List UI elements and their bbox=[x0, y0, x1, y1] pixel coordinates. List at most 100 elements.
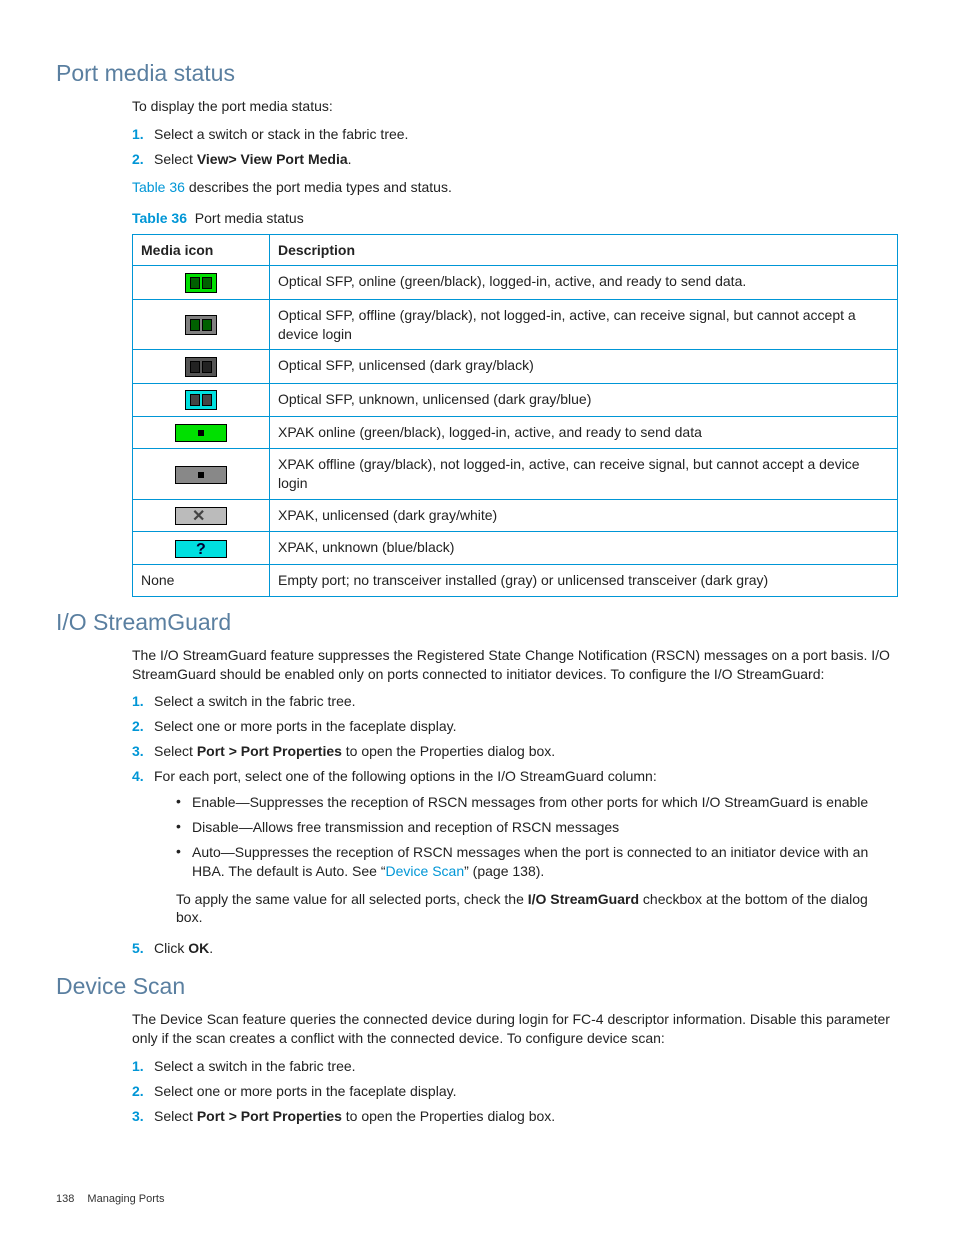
list-item: 4. For each port, select one of the foll… bbox=[132, 764, 898, 936]
step-text: to open the Properties dialog box. bbox=[342, 743, 555, 759]
text: To apply the same value for all selected… bbox=[176, 891, 528, 907]
step-text: to open the Properties dialog box. bbox=[342, 1108, 555, 1124]
menu-path: Port > Port Properties bbox=[197, 743, 342, 759]
link-device-scan[interactable]: Device Scan bbox=[386, 863, 465, 879]
table-row: None Empty port; no transceiver installed… bbox=[133, 564, 898, 596]
step-number: 2. bbox=[132, 1082, 144, 1101]
cell-media-icon bbox=[133, 449, 270, 500]
step-text: Select one or more ports in the faceplat… bbox=[154, 718, 456, 734]
text-streamguard-intro: The I/O StreamGuard feature suppresses t… bbox=[132, 646, 898, 684]
step-number: 3. bbox=[132, 1107, 144, 1126]
xpak-offline-icon bbox=[175, 466, 227, 484]
sfp-offline-icon bbox=[185, 315, 217, 335]
table-port-media: Media icon Description Optical SFP, onli… bbox=[132, 234, 898, 597]
table-row: Optical SFP, offline (gray/black), not l… bbox=[133, 299, 898, 350]
step-text: . bbox=[348, 151, 352, 167]
link-table-36[interactable]: Table 36 bbox=[132, 179, 185, 195]
list-item: 5. Click OK. bbox=[132, 936, 898, 961]
step-text: Select one or more ports in the faceplat… bbox=[154, 1083, 456, 1099]
list-streamguard-options: Enable—Suppresses the reception of RSCN … bbox=[176, 790, 898, 884]
text-port-media-intro: To display the port media status: bbox=[132, 97, 898, 116]
chapter-title: Managing Ports bbox=[87, 1193, 164, 1205]
table-row: ? XPAK, unknown (blue/black) bbox=[133, 532, 898, 564]
page-footer: 138 Managing Ports bbox=[56, 1192, 164, 1207]
cell-media-icon bbox=[133, 417, 270, 449]
cell-media-icon bbox=[133, 350, 270, 383]
list-item: 1. Select a switch or stack in the fabri… bbox=[132, 122, 898, 147]
cell-media-icon bbox=[133, 266, 270, 299]
xpak-unlicensed-icon: ✕ bbox=[175, 507, 227, 525]
cell-description: Empty port; no transceiver installed (gr… bbox=[270, 564, 898, 596]
table-row: XPAK offline (gray/black), not logged-in… bbox=[133, 449, 898, 500]
icon-none-text: None bbox=[141, 572, 174, 588]
text-table-ref: Table 36 describes the port media types … bbox=[132, 178, 898, 197]
table-row: Optical SFP, online (green/black), logge… bbox=[133, 266, 898, 299]
cell-media-icon bbox=[133, 299, 270, 350]
text-apply-note: To apply the same value for all selected… bbox=[176, 890, 898, 928]
step-text: Click bbox=[154, 940, 188, 956]
step-text: For each port, select one of the followi… bbox=[154, 768, 657, 784]
list-device-scan-steps: 1. Select a switch in the fabric tree. 2… bbox=[132, 1054, 898, 1129]
step-number: 1. bbox=[132, 1057, 144, 1076]
option-text: ” (page 138). bbox=[464, 863, 544, 879]
cell-description: Optical SFP, unlicensed (dark gray/black… bbox=[270, 350, 898, 383]
step-number: 4. bbox=[132, 767, 144, 786]
table-caption: Table 36 Port media status bbox=[132, 209, 898, 228]
step-text: Select a switch in the fabric tree. bbox=[154, 1058, 356, 1074]
list-item: 2. Select one or more ports in the facep… bbox=[132, 1079, 898, 1104]
table-row: Optical SFP, unknown, unlicensed (dark g… bbox=[133, 383, 898, 416]
table-row: Optical SFP, unlicensed (dark gray/black… bbox=[133, 350, 898, 383]
col-description: Description bbox=[270, 234, 898, 266]
cell-description: XPAK online (green/black), logged-in, ac… bbox=[270, 417, 898, 449]
heading-io-streamguard: I/O StreamGuard bbox=[56, 607, 898, 638]
cell-description: XPAK, unlicensed (dark gray/white) bbox=[270, 500, 898, 532]
list-port-media-steps: 1. Select a switch or stack in the fabri… bbox=[132, 122, 898, 172]
list-streamguard-steps: 1. Select a switch in the fabric tree. 2… bbox=[132, 689, 898, 961]
cell-description: XPAK offline (gray/black), not logged-in… bbox=[270, 449, 898, 500]
step-text: Select bbox=[154, 743, 197, 759]
list-item: 2. Select View> View Port Media. bbox=[132, 147, 898, 172]
heading-port-media-status: Port media status bbox=[56, 58, 898, 89]
step-number: 5. bbox=[132, 939, 144, 958]
list-item: 2. Select one or more ports in the facep… bbox=[132, 714, 898, 739]
cell-description: Optical SFP, unknown, unlicensed (dark g… bbox=[270, 383, 898, 416]
xpak-online-icon bbox=[175, 424, 227, 442]
text-device-scan-intro: The Device Scan feature queries the conn… bbox=[132, 1010, 898, 1048]
step-number: 2. bbox=[132, 150, 144, 169]
list-item: 1. Select a switch in the fabric tree. bbox=[132, 1054, 898, 1079]
list-item: 3. Select Port > Port Properties to open… bbox=[132, 1104, 898, 1129]
step-number: 1. bbox=[132, 125, 144, 144]
table-header-row: Media icon Description bbox=[133, 234, 898, 266]
step-text: . bbox=[209, 940, 213, 956]
cell-media-icon: ? bbox=[133, 532, 270, 564]
sfp-unlicensed-icon bbox=[185, 357, 217, 377]
ui-label: I/O StreamGuard bbox=[528, 891, 639, 907]
list-item: 3. Select Port > Port Properties to open… bbox=[132, 739, 898, 764]
sfp-unknown-icon bbox=[185, 390, 217, 410]
step-number: 3. bbox=[132, 742, 144, 761]
list-item: Auto—Suppresses the reception of RSCN me… bbox=[176, 840, 898, 884]
xpak-unknown-icon: ? bbox=[175, 540, 227, 558]
heading-device-scan: Device Scan bbox=[56, 971, 898, 1002]
cell-description: XPAK, unknown (blue/black) bbox=[270, 532, 898, 564]
text: describes the port media types and statu… bbox=[185, 179, 452, 195]
step-text: Select a switch or stack in the fabric t… bbox=[154, 126, 408, 142]
cell-description: Optical SFP, offline (gray/black), not l… bbox=[270, 299, 898, 350]
cell-media-icon: ✕ bbox=[133, 500, 270, 532]
page-number: 138 bbox=[56, 1193, 74, 1205]
step-number: 1. bbox=[132, 692, 144, 711]
col-media-icon: Media icon bbox=[133, 234, 270, 266]
option-text: Disable—Allows free transmission and rec… bbox=[192, 819, 619, 835]
list-item: Enable—Suppresses the reception of RSCN … bbox=[176, 790, 898, 815]
step-number: 2. bbox=[132, 717, 144, 736]
cell-description: Optical SFP, online (green/black), logge… bbox=[270, 266, 898, 299]
sfp-online-icon bbox=[185, 273, 217, 293]
table-label: Table 36 bbox=[132, 210, 187, 226]
step-text: Select a switch in the fabric tree. bbox=[154, 693, 356, 709]
cell-media-icon bbox=[133, 383, 270, 416]
cell-media-icon: None bbox=[133, 564, 270, 596]
option-text: Enable—Suppresses the reception of RSCN … bbox=[192, 794, 868, 810]
table-row: XPAK online (green/black), logged-in, ac… bbox=[133, 417, 898, 449]
step-text: Select bbox=[154, 151, 197, 167]
ui-label: OK bbox=[188, 940, 209, 956]
